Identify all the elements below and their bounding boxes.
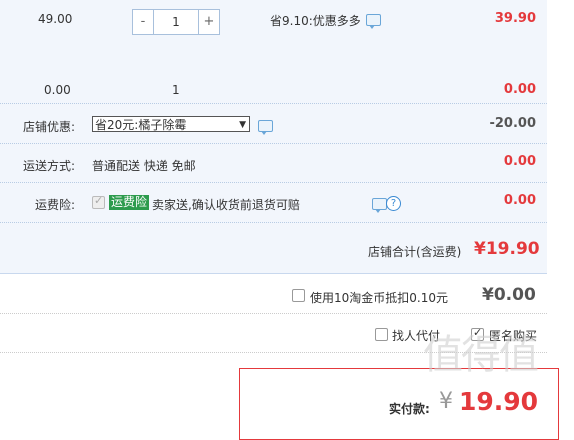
shipping-method: 普通配送 快递 免邮 xyxy=(92,159,196,173)
item2-price: 0.00 xyxy=(44,83,71,97)
coins-checkbox[interactable] xyxy=(292,289,305,302)
divider xyxy=(0,103,547,104)
shop-discount-label: 店铺优惠: xyxy=(23,120,76,134)
decrease-button[interactable]: - xyxy=(133,10,153,34)
insurance-label: 运费险: xyxy=(35,198,76,212)
shipping-label: 运送方式: xyxy=(23,159,76,173)
divider xyxy=(0,182,547,183)
shop-discount-value: 省20元:橘子除霉 xyxy=(95,118,187,132)
quantity-input[interactable]: 1 xyxy=(153,10,199,34)
payment-label: 实付款: xyxy=(389,402,430,416)
divider xyxy=(0,143,547,144)
chat-icon[interactable] xyxy=(366,14,381,29)
quantity-stepper[interactable]: - 1 + xyxy=(132,9,220,35)
proxy-pay-checkbox[interactable] xyxy=(375,328,388,341)
divider xyxy=(0,273,547,274)
insurance-amount: 0.00 xyxy=(503,193,536,208)
insurance-checkbox xyxy=(92,194,105,209)
order-panel xyxy=(0,0,547,273)
watermark: 值得值 xyxy=(423,332,539,378)
divider xyxy=(0,313,547,314)
insurance-desc: 卖家送,确认收货前退货可赔 xyxy=(152,198,300,212)
item1-total: 39.90 xyxy=(494,11,536,26)
payment-amount: 19.90 xyxy=(459,387,539,416)
item1-promo: 省9.10:优惠多多 xyxy=(270,14,361,28)
payment-currency: ¥ xyxy=(439,389,453,414)
shipping-amount: 0.00 xyxy=(503,154,536,169)
item2-qty: 1 xyxy=(172,83,180,97)
shop-total-amount: ¥19.90 xyxy=(474,239,540,259)
chevron-down-icon: ▼ xyxy=(239,120,246,130)
coins-label: 使用10淘金币抵扣0.10元 xyxy=(310,291,448,305)
shop-total-label: 店铺合计(含运费) xyxy=(368,245,462,259)
insurance-tag: 运费险 xyxy=(109,195,150,210)
coins-amount: ¥0.00 xyxy=(482,285,536,305)
chat-icon[interactable] xyxy=(372,198,387,213)
help-icon[interactable]: ? xyxy=(386,196,401,211)
shop-discount-amount: -20.00 xyxy=(489,116,536,131)
item2-total: 0.00 xyxy=(503,82,536,97)
item1-price: 49.00 xyxy=(38,12,73,26)
increase-button[interactable]: + xyxy=(199,10,219,34)
divider xyxy=(0,222,547,223)
chat-icon[interactable] xyxy=(258,120,273,135)
shop-discount-select[interactable]: 省20元:橘子除霉 ▼ xyxy=(92,116,250,132)
